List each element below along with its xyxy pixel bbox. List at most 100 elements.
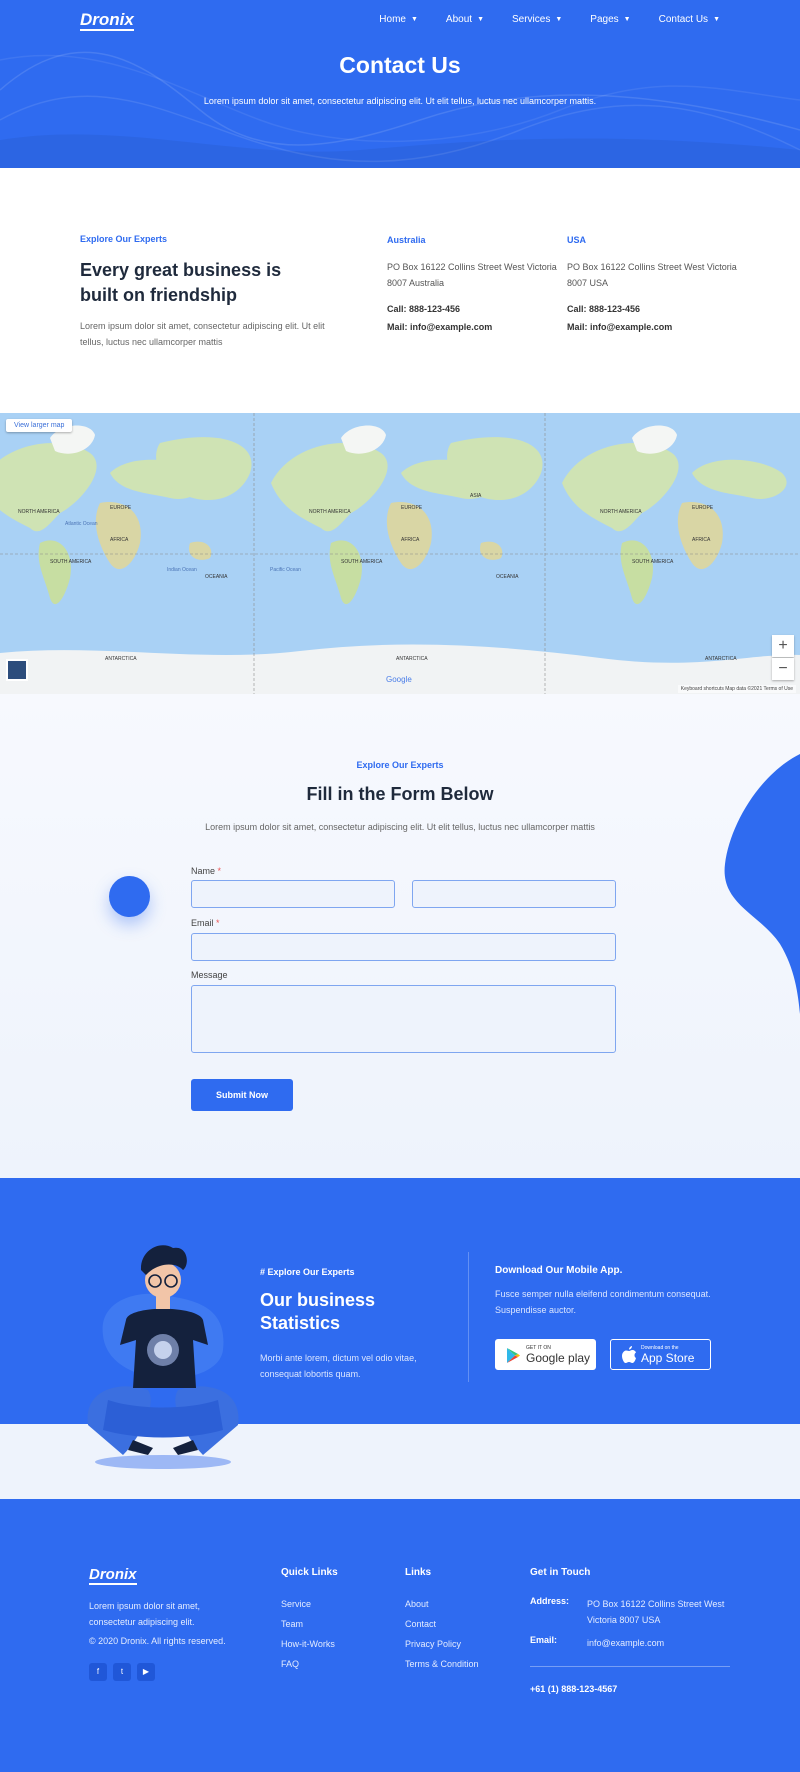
map-label: NORTH AMERICA (600, 509, 642, 515)
office-phone[interactable]: Call: 888-123-456 (387, 301, 557, 317)
office-country: USA (567, 235, 587, 245)
chevron-down-icon: ▼ (713, 16, 720, 23)
footer-link[interactable]: Terms & Condition (405, 1654, 479, 1674)
message-textarea[interactable] (191, 985, 616, 1053)
view-larger-map-button[interactable]: View larger map (6, 419, 73, 432)
map-satellite-toggle[interactable] (6, 659, 28, 681)
apple-icon (622, 1346, 636, 1363)
contact-form-section: Explore Our Experts Fill in the Form Bel… (0, 694, 800, 1178)
message-label: Message (191, 970, 228, 980)
submit-button[interactable]: Submit Now (191, 1079, 293, 1111)
email-label: Email * (191, 918, 220, 928)
world-map[interactable]: NORTH AMERICA EUROPE AFRICA SOUTH AMERIC… (0, 413, 800, 694)
email-value[interactable]: info@example.com (587, 1635, 737, 1651)
chevron-down-icon: ▼ (623, 16, 631, 23)
info-heading: Every great business is built on friends… (80, 260, 282, 305)
person-illustration (87, 1245, 239, 1469)
email-input[interactable] (191, 933, 616, 961)
contact-title: Get in Touch (530, 1567, 591, 1578)
youtube-icon[interactable]: ▶ (137, 1663, 155, 1681)
footer-link[interactable]: Privacy Policy (405, 1634, 479, 1654)
site-footer: Dronix Lorem ipsum dolor sit amet, conse… (0, 1499, 800, 1772)
page-subtitle: Lorem ipsum dolor sit amet, consectetur … (203, 96, 597, 106)
map-label: ANTARCTICA (105, 656, 137, 662)
map-label: AFRICA (692, 537, 711, 543)
map-label: ANTARCTICA (396, 656, 428, 662)
office-australia: Australia PO Box 16122 Collins Street We… (387, 232, 557, 335)
nav-home[interactable]: Home ▼ (379, 14, 418, 25)
app-store-label: App Store (641, 1351, 695, 1365)
map-label: NORTH AMERICA (309, 509, 351, 515)
links-title: Links (405, 1567, 432, 1578)
facebook-icon[interactable]: f (89, 1663, 107, 1681)
map-label: SOUTH AMERICA (50, 559, 92, 565)
first-name-input[interactable] (191, 880, 395, 908)
map-label: ASIA (470, 493, 482, 499)
app-store-button[interactable]: Download on the App Store (610, 1339, 711, 1370)
google-play-button[interactable]: GET IT ON Google play (495, 1339, 596, 1370)
map-attribution[interactable]: Keyboard shortcuts Map data ©2021 Terms … (677, 685, 796, 693)
google-play-label: Google play (526, 1351, 591, 1365)
app-download-description: Fusce semper nulla eleifend condimentum … (495, 1289, 711, 1315)
footer-link[interactable]: Contact (405, 1614, 479, 1634)
nav-about-label: About (445, 14, 473, 25)
map-label: AFRICA (110, 537, 129, 543)
app-download-title: Download Our Mobile App. (495, 1265, 623, 1276)
chevron-down-icon: ▼ (410, 16, 418, 23)
stats-title: Our business Statistics (260, 1290, 376, 1333)
map-label: SOUTH AMERICA (341, 559, 383, 565)
map-label: OCEANIA (205, 574, 228, 580)
map-label: EUROPE (110, 505, 132, 511)
name-label-text: Name (191, 866, 216, 876)
office-email[interactable]: Mail: info@example.com (387, 319, 557, 335)
map-label: Pacific Ocean (270, 567, 301, 573)
footer-phone[interactable]: +61 (1) 888-123-4567 (530, 1684, 617, 1694)
nav-services[interactable]: Services ▼ (512, 14, 562, 25)
map-tile (562, 425, 787, 605)
form-subtitle: Lorem ipsum dolor sit amet, consectetur … (205, 822, 595, 832)
nav-services-label: Services (512, 14, 551, 25)
footer-link[interactable]: Team (281, 1614, 335, 1634)
footer-logo[interactable]: Dronix (89, 1567, 137, 1585)
nav-home-label: Home (379, 14, 406, 25)
chevron-down-icon: ▼ (555, 16, 563, 23)
info-description: Lorem ipsum dolor sit amet, consectetur … (80, 321, 325, 347)
address-value: PO Box 16122 Collins Street West Victori… (587, 1599, 725, 1625)
required-mark: * (216, 918, 220, 928)
last-name-input[interactable] (412, 880, 616, 908)
office-address: PO Box 16122 Collins Street West Victori… (387, 262, 557, 288)
address-label: Address: (530, 1596, 570, 1606)
footer-link[interactable]: FAQ (281, 1654, 335, 1674)
footer-link[interactable]: About (405, 1594, 479, 1614)
site-logo[interactable]: Dronix (80, 11, 134, 31)
nav-pages-label: Pages (590, 14, 619, 25)
name-label: Name * (191, 866, 221, 876)
map-label: NORTH AMERICA (18, 509, 60, 515)
footer-link[interactable]: How-it-Works (281, 1634, 335, 1654)
nav-contact[interactable]: Contact Us ▼ (659, 14, 720, 25)
office-phone[interactable]: Call: 888-123-456 (567, 301, 737, 317)
footer-link[interactable]: Service (281, 1594, 335, 1614)
footer-copyright: © 2020 Dronix. All rights reserved. (89, 1636, 226, 1646)
nav-pages[interactable]: Pages ▼ (590, 14, 630, 25)
email-label: Email: (530, 1635, 558, 1645)
office-address: PO Box 16122 Collins Street West Victori… (567, 262, 737, 288)
office-usa: USA PO Box 16122 Collins Street West Vic… (567, 232, 737, 335)
required-mark: * (217, 866, 222, 876)
nav-about[interactable]: About ▼ (446, 14, 484, 25)
zoom-in-button[interactable]: + (772, 635, 794, 657)
stats-description: Morbi ante lorem, dictum vel odio vitae,… (260, 1353, 417, 1379)
google-logo: Google (386, 675, 412, 684)
zoom-out-button[interactable]: − (772, 658, 794, 680)
footer-about: Lorem ipsum dolor sit amet, consectetur … (89, 1601, 201, 1627)
email-label-text: Email (191, 918, 214, 928)
office-email[interactable]: Mail: info@example.com (567, 319, 737, 335)
twitter-icon[interactable]: t (113, 1663, 131, 1681)
map-label: AFRICA (401, 537, 420, 543)
office-country: Australia (387, 235, 426, 245)
map-label: ANTARCTICA (705, 656, 737, 662)
info-eyebrow: Explore Our Experts (80, 234, 168, 244)
links-list: About Contact Privacy Policy Terms & Con… (405, 1594, 479, 1674)
map-label: EUROPE (692, 505, 714, 511)
google-play-icon (507, 1348, 520, 1363)
